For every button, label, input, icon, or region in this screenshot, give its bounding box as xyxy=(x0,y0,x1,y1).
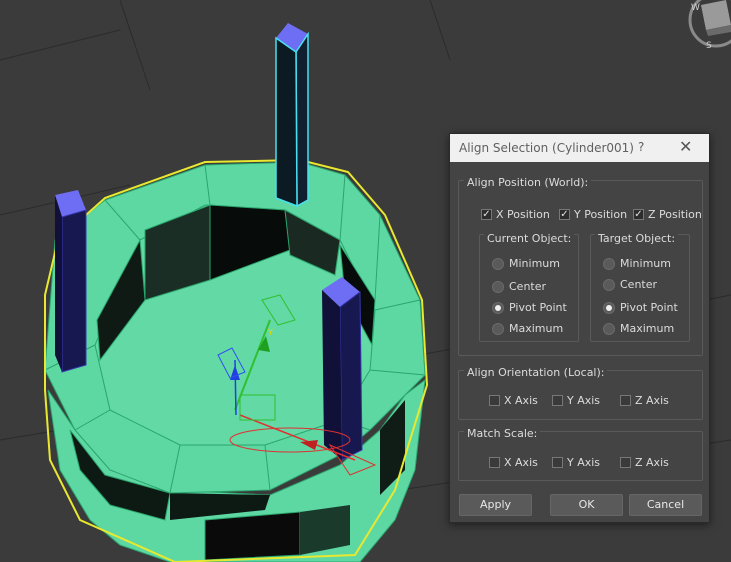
cancel-button[interactable]: Cancel xyxy=(629,494,702,516)
z-position-check-icon[interactable]: ✓ xyxy=(633,209,644,220)
dialog-titlebar[interactable]: Align Selection (Cylinder001) ? ✕ xyxy=(450,134,709,162)
dialog-title: Align Selection (Cylinder001) xyxy=(459,141,634,155)
ok-button[interactable]: OK xyxy=(550,494,623,516)
scale-z-axis-checkbox[interactable]: Z Axis xyxy=(620,456,669,469)
pillar-right xyxy=(322,277,363,461)
match-scale-title: Match Scale: xyxy=(464,427,541,440)
current-center-radio[interactable]: Center xyxy=(492,280,546,293)
align-selection-dialog: Align Selection (Cylinder001) ? ✕ Align … xyxy=(449,133,710,523)
current-minimum-radio[interactable]: Minimum xyxy=(492,257,560,270)
scale-z-label: Z Axis xyxy=(635,456,669,469)
current-pivot-point-label: Pivot Point xyxy=(509,301,567,314)
orient-x-box-icon[interactable] xyxy=(489,395,500,406)
viewcube[interactable]: W S xyxy=(686,0,731,59)
current-maximum-label: Maximum xyxy=(509,322,564,335)
current-center-label: Center xyxy=(509,280,547,293)
current-object-group: Current Object: Minimum Center Pivot Poi… xyxy=(479,232,579,342)
scale-z-box-icon[interactable] xyxy=(620,457,631,468)
target-pivot-point-label: Pivot Point xyxy=(620,301,678,314)
current-minimum-label: Minimum xyxy=(509,257,560,270)
y-position-check-icon[interactable]: ✓ xyxy=(559,209,570,220)
z-position-label: Z Position xyxy=(648,208,702,221)
y-position-label: Y Position xyxy=(574,208,628,221)
scale-x-axis-checkbox[interactable]: X Axis xyxy=(489,456,538,469)
target-object-group: Target Object: Minimum Center Pivot Poin… xyxy=(590,232,690,342)
target-maximum-radio[interactable]: Maximum xyxy=(603,322,674,335)
target-center-label: Center xyxy=(620,278,658,291)
pillar-top-selected xyxy=(275,23,309,208)
align-position-title: Align Position (World): xyxy=(464,176,592,189)
orient-y-axis-checkbox[interactable]: Y Axis xyxy=(552,394,600,407)
x-position-checkbox[interactable]: ✓ X Position xyxy=(481,208,550,221)
scale-y-box-icon[interactable] xyxy=(552,457,563,468)
target-minimum-radio[interactable]: Minimum xyxy=(603,257,671,270)
help-icon[interactable]: ? xyxy=(638,140,644,154)
orient-z-label: Z Axis xyxy=(635,394,669,407)
align-position-group: Align Position (World): ✓ X Position ✓ Y… xyxy=(458,176,703,356)
target-center-radio[interactable]: Center xyxy=(603,278,657,291)
scale-y-label: Y Axis xyxy=(567,456,601,469)
x-position-check-icon[interactable]: ✓ xyxy=(481,209,492,220)
target-object-title: Target Object: xyxy=(595,232,679,245)
apply-button[interactable]: Apply xyxy=(459,494,532,516)
target-maximum-label: Maximum xyxy=(620,322,675,335)
current-object-title: Current Object: xyxy=(484,232,575,245)
target-pivot-point-radio[interactable]: Pivot Point xyxy=(603,301,678,314)
svg-text:S: S xyxy=(706,41,712,51)
current-maximum-radio[interactable]: Maximum xyxy=(492,322,563,335)
orient-y-label: Y Axis xyxy=(567,394,601,407)
x-position-label: X Position xyxy=(496,208,550,221)
orient-z-box-icon[interactable] xyxy=(620,395,631,406)
align-orientation-title: Align Orientation (Local): xyxy=(464,366,608,379)
match-scale-group: Match Scale: X Axis Y Axis Z Axis xyxy=(458,427,703,481)
target-minimum-label: Minimum xyxy=(620,257,671,270)
svg-text:Y: Y xyxy=(267,328,273,337)
svg-text:W: W xyxy=(691,3,700,13)
pillar-left xyxy=(55,190,87,373)
align-orientation-group: Align Orientation (Local): X Axis Y Axis… xyxy=(458,366,703,420)
scale-x-label: X Axis xyxy=(504,456,538,469)
close-icon[interactable]: ✕ xyxy=(679,137,692,156)
orient-x-axis-checkbox[interactable]: X Axis xyxy=(489,394,538,407)
cylinder-model xyxy=(44,158,429,562)
orient-x-label: X Axis xyxy=(504,394,538,407)
z-position-checkbox[interactable]: ✓ Z Position xyxy=(633,208,702,221)
scale-y-axis-checkbox[interactable]: Y Axis xyxy=(552,456,600,469)
orient-z-axis-checkbox[interactable]: Z Axis xyxy=(620,394,669,407)
y-position-checkbox[interactable]: ✓ Y Position xyxy=(559,208,627,221)
scale-x-box-icon[interactable] xyxy=(489,457,500,468)
orient-y-box-icon[interactable] xyxy=(552,395,563,406)
current-pivot-point-radio[interactable]: Pivot Point xyxy=(492,301,567,314)
